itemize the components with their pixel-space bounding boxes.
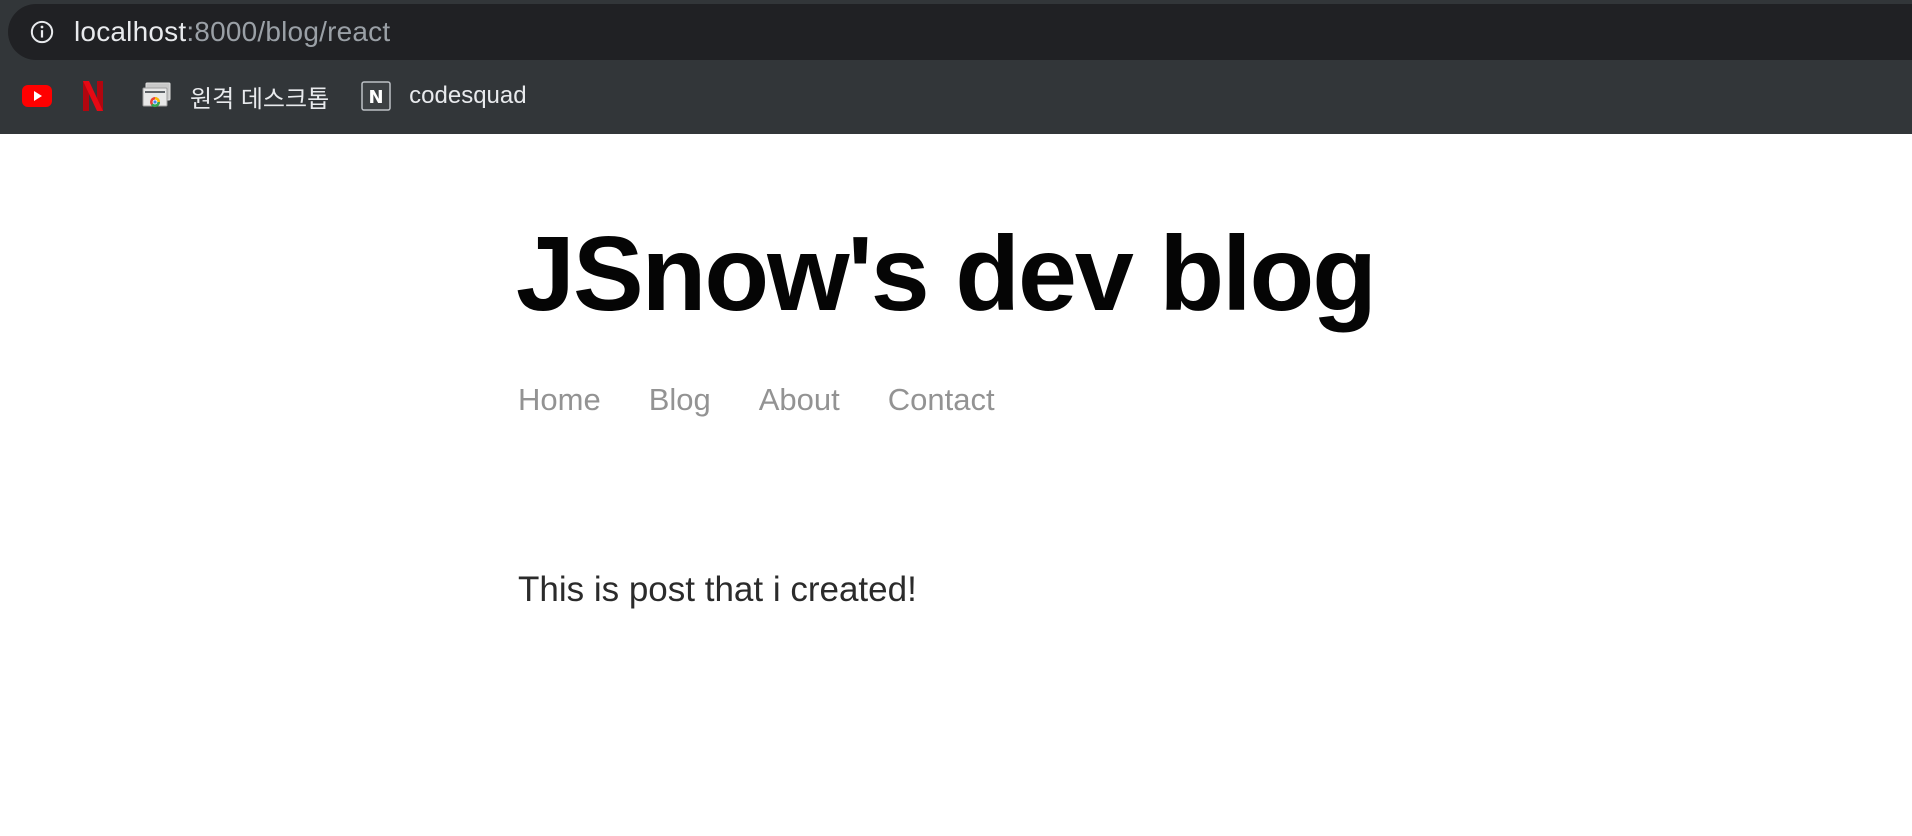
site-title: JSnow's dev blog [516,215,1377,333]
url-text[interactable]: localhost:8000/blog/react [74,16,390,48]
bookmark-label: codesquad [409,82,527,109]
remote-desktop-icon [142,82,172,110]
bookmark-remote-desktop[interactable]: 원격 데스크톱 [132,74,349,118]
bookmark-netflix[interactable] [74,74,132,118]
post-body: This is post that i created! [518,570,917,609]
bookmark-codesquad[interactable]: N codesquad [349,74,536,118]
info-icon[interactable] [30,20,54,44]
url-host: localhost [74,16,187,47]
nav-blog-link[interactable]: Blog [649,382,711,418]
url-path: :8000/blog/react [186,16,391,47]
browser-chrome: localhost:8000/blog/react 원격 데스크톱 N code… [0,0,1912,134]
main-nav: Home Blog About Contact [518,382,995,418]
nav-about-link[interactable]: About [759,382,840,418]
notion-icon: N [361,81,391,111]
netflix-icon [82,80,104,112]
svg-text:N: N [369,87,384,108]
bookmarks-bar: 원격 데스크톱 N codesquad [0,74,537,118]
youtube-icon [22,85,52,107]
address-bar[interactable]: localhost:8000/blog/react [8,4,1912,60]
nav-contact-link[interactable]: Contact [888,382,995,418]
bookmark-youtube[interactable] [0,74,74,118]
bookmark-label: 원격 데스크톱 [190,85,330,113]
page-content: JSnow's dev blog Home Blog About Contact… [0,134,1912,836]
nav-home-link[interactable]: Home [518,382,601,418]
